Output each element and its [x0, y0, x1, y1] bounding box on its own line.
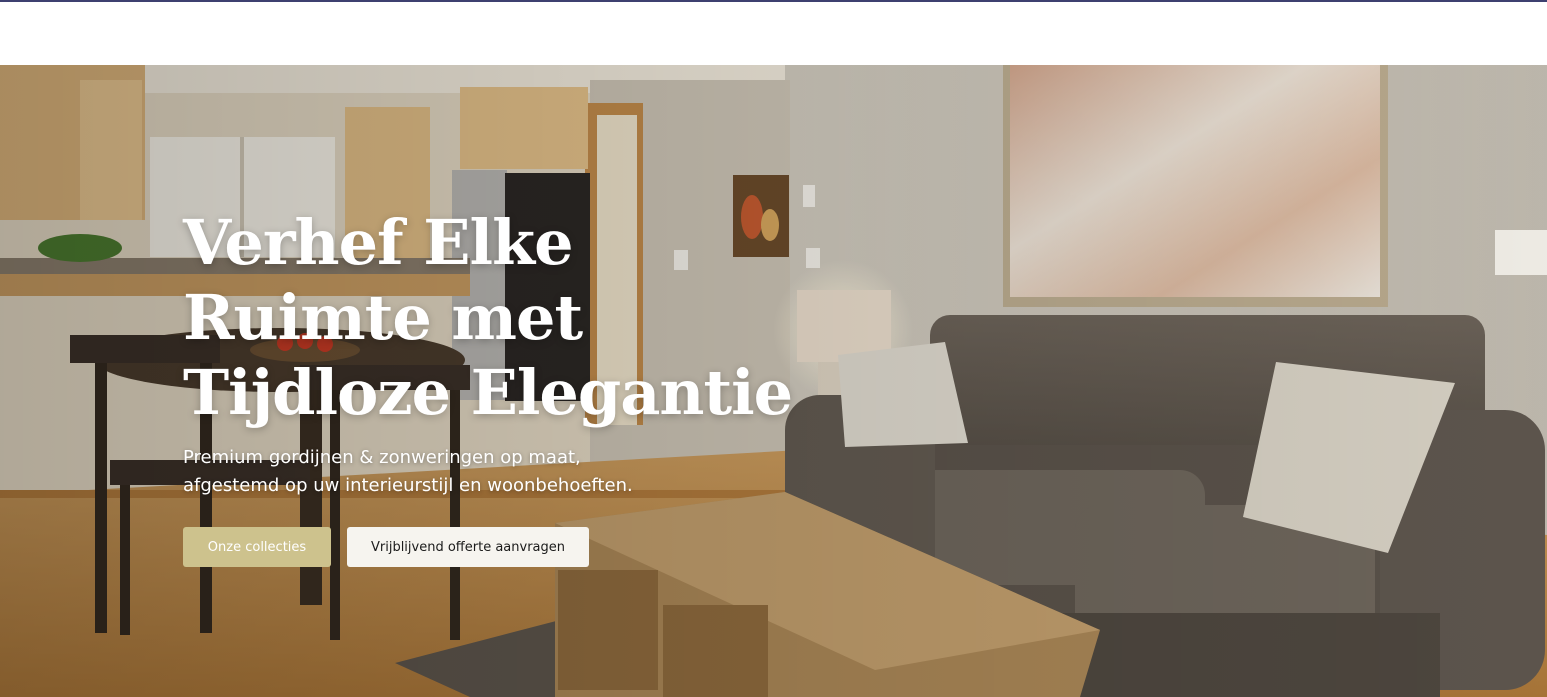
- hero-section: Verhef Elke Ruimte met Tijdloze Eleganti…: [0, 65, 1547, 697]
- hero-subtitle-line: afgestemd op uw interieurstijl en woonbe…: [183, 475, 633, 496]
- collections-button[interactable]: Onze collecties: [183, 527, 331, 567]
- hero-subtitle: Premium gordijnen & zonweringen op maat,…: [183, 444, 803, 500]
- site-header: [0, 2, 1547, 65]
- hero-subtitle-line: Premium gordijnen & zonweringen op maat,: [183, 447, 581, 468]
- hero-content: Verhef Elke Ruimte met Tijdloze Eleganti…: [183, 205, 803, 500]
- hero-title: Verhef Elke Ruimte met Tijdloze Eleganti…: [183, 205, 803, 430]
- hero-title-line: Ruimte met: [183, 281, 583, 354]
- request-quote-button[interactable]: Vrijblijvend offerte aanvragen: [347, 527, 589, 567]
- hero-buttons: Onze collecties Vrijblijvend offerte aan…: [183, 527, 589, 567]
- hero-title-line: Tijdloze Elegantie: [183, 356, 793, 429]
- hero-title-line: Verhef Elke: [183, 206, 574, 279]
